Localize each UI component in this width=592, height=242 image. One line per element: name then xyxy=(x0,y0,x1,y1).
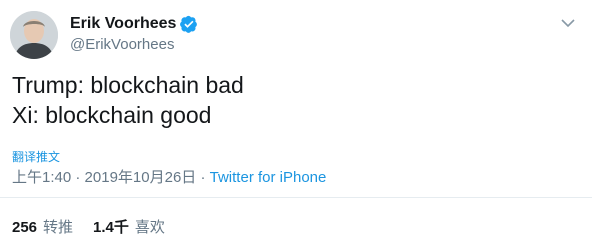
tweet-stats: 256 转推 1.4千 喜欢 xyxy=(12,216,165,237)
tweet-date[interactable]: 2019年10月26日 xyxy=(85,169,197,186)
tweet-source-link[interactable]: Twitter for iPhone xyxy=(210,169,327,186)
divider xyxy=(0,197,592,198)
translate-tweet-link[interactable]: 翻译推文 xyxy=(12,148,60,165)
verified-badge-icon xyxy=(180,15,198,33)
likes-count: 1.4千 xyxy=(93,219,129,236)
likes-stat[interactable]: 1.4千 喜欢 xyxy=(93,216,165,237)
author-name-row[interactable]: Erik Voorhees xyxy=(70,13,198,35)
tweet-text-line: Trump: blockchain bad xyxy=(12,72,244,98)
chevron-down-icon[interactable] xyxy=(560,16,576,28)
retweets-stat[interactable]: 256 转推 xyxy=(12,216,73,237)
tweet-text-line: Xi: blockchain good xyxy=(12,102,212,128)
tweet-card: Erik Voorhees @ErikVoorhees Trump: block… xyxy=(0,0,592,242)
tweet-text: Trump: blockchain bad Xi: blockchain goo… xyxy=(12,70,244,130)
avatar-image xyxy=(10,11,58,59)
meta-separator: · xyxy=(71,169,85,186)
author-handle[interactable]: @ErikVoorhees xyxy=(70,36,174,53)
retweets-label: 转推 xyxy=(43,219,74,236)
tweet-time[interactable]: 上午1:40 xyxy=(12,169,71,186)
retweets-count: 256 xyxy=(12,219,38,236)
likes-label: 喜欢 xyxy=(134,219,165,236)
display-name[interactable]: Erik Voorhees xyxy=(70,15,176,33)
avatar[interactable] xyxy=(10,11,58,59)
tweet-metadata: 上午1:40 · 2019年10月26日 · Twitter for iPhon… xyxy=(12,166,326,187)
meta-separator: · xyxy=(196,169,210,186)
